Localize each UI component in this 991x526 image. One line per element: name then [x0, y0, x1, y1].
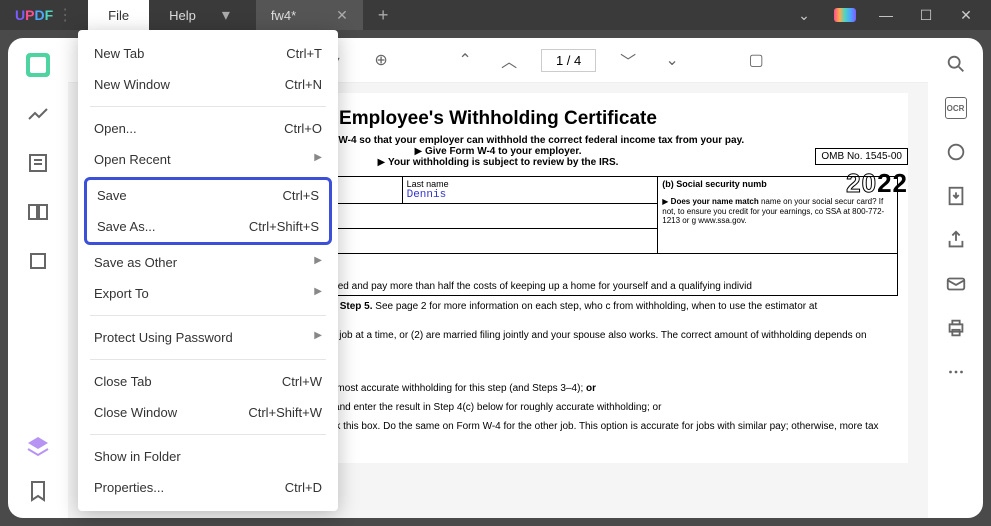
presentation-icon[interactable]: ▢	[744, 50, 768, 70]
menu-bar: File Help	[88, 0, 216, 30]
annotate-icon[interactable]	[26, 102, 50, 126]
dropdown-icon[interactable]: ⌄	[794, 7, 814, 24]
theme-icon[interactable]	[834, 8, 856, 22]
ocr-icon[interactable]: OCR	[945, 97, 967, 119]
document-tab[interactable]: fw4* ✕	[256, 0, 363, 30]
menu-save-other[interactable]: Save as Other▶	[78, 247, 338, 278]
menu-save[interactable]: SaveCtrl+S	[87, 180, 329, 211]
next-page-button[interactable]: ﹀	[616, 48, 640, 72]
tab-close-icon[interactable]: ✕	[336, 7, 348, 24]
first-page-button[interactable]: ⌃	[453, 50, 477, 70]
tab-area: ▾ fw4* ✕ +	[216, 0, 794, 30]
menu-close-window[interactable]: Close WindowCtrl+Shift+W	[78, 397, 338, 428]
flatten-icon[interactable]	[945, 141, 967, 163]
edit-text-icon[interactable]	[26, 151, 50, 175]
menu-show-folder[interactable]: Show in Folder	[78, 441, 338, 472]
prev-page-button[interactable]: ︿	[497, 48, 521, 72]
menu-close-tab[interactable]: Close TabCtrl+W	[78, 366, 338, 397]
maximize-button[interactable]: ☐	[916, 7, 936, 24]
file-menu-dropdown: New TabCtrl+T New WindowCtrl+N Open...Ct…	[78, 30, 338, 511]
tab-title: fw4*	[271, 8, 296, 23]
share-icon[interactable]	[945, 229, 967, 251]
reader-mode-icon[interactable]	[26, 53, 50, 77]
zoom-in-button[interactable]: ⊕	[369, 50, 393, 70]
form-year: 2022	[846, 168, 908, 199]
menu-new-window[interactable]: New WindowCtrl+N	[78, 69, 338, 100]
minimize-button[interactable]: —	[876, 7, 896, 23]
menu-properties[interactable]: Properties...Ctrl+D	[78, 472, 338, 503]
menu-protect[interactable]: Protect Using Password▶	[78, 322, 338, 353]
organize-icon[interactable]	[26, 200, 50, 224]
app-logo: UPDF ⋮	[0, 5, 88, 25]
page-indicator[interactable]: 1 / 4	[541, 49, 596, 72]
crop-icon[interactable]	[26, 249, 50, 273]
email-icon[interactable]	[945, 273, 967, 295]
menu-open[interactable]: Open...Ctrl+O	[78, 113, 338, 144]
menu-new-tab[interactable]: New TabCtrl+T	[78, 38, 338, 69]
bookmark-icon[interactable]	[26, 479, 50, 503]
more-icon[interactable]	[945, 361, 967, 383]
right-sidebar: OCR	[928, 38, 983, 518]
menu-file[interactable]: File	[88, 0, 149, 30]
left-sidebar	[8, 38, 68, 518]
last-page-button[interactable]: ⌄	[660, 50, 684, 70]
save-highlight: SaveCtrl+S Save As...Ctrl+Shift+S	[84, 177, 332, 245]
layers-icon[interactable]	[26, 435, 50, 459]
tab-list-button[interactable]: ▾	[216, 5, 236, 25]
omb-number: OMB No. 1545-00	[815, 148, 908, 165]
export-icon[interactable]	[945, 185, 967, 207]
titlebar: UPDF ⋮ File Help ▾ fw4* ✕ + ⌄ — ☐ ✕	[0, 0, 991, 30]
menu-open-recent[interactable]: Open Recent▶	[78, 144, 338, 175]
close-button[interactable]: ✕	[956, 7, 976, 24]
search-icon[interactable]	[945, 53, 967, 75]
menu-export[interactable]: Export To▶	[78, 278, 338, 309]
menu-help[interactable]: Help	[149, 0, 216, 30]
new-tab-button[interactable]: +	[363, 5, 404, 26]
menu-save-as[interactable]: Save As...Ctrl+Shift+S	[87, 211, 329, 242]
print-icon[interactable]	[945, 317, 967, 339]
